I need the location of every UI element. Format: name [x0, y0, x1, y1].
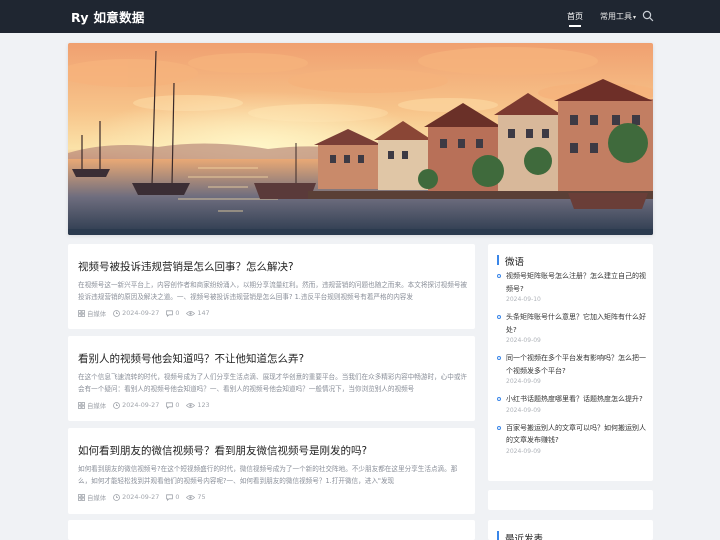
- article-category[interactable]: 自媒体: [78, 309, 106, 318]
- hero-banner-image[interactable]: [68, 43, 653, 235]
- bullet-icon: [497, 274, 501, 278]
- article-meta: 自媒体 2024-09-27 0 123: [78, 400, 217, 410]
- category-icon: [78, 401, 85, 409]
- clock-icon: [113, 493, 121, 501]
- nav-active-indicator: [569, 25, 581, 27]
- article-comments-count: 0: [175, 309, 180, 317]
- search-icon[interactable]: [642, 10, 654, 22]
- eye-icon: [186, 310, 196, 316]
- article-card[interactable]: [68, 520, 475, 540]
- widget-title-accent: [497, 255, 499, 265]
- article-date: 2024-09-27: [113, 401, 159, 409]
- article-title[interactable]: 看别人的视频号他会知道吗？不让他知道怎么弄?: [78, 351, 304, 366]
- weiyu-item[interactable]: 视频号矩阵账号怎么注册？怎么建立自己的视频号? 2024-09-10: [497, 270, 649, 305]
- article-card[interactable]: 看别人的视频号他会知道吗？不让他知道怎么弄? 在这个信息飞速流转的时代，视频号成…: [68, 336, 475, 421]
- article-card[interactable]: 如何看到朋友的微信视频号？看到朋友微信视频号是刚发的吗? 如何看到朋友的微信视频…: [68, 428, 475, 514]
- comment-icon: [166, 493, 174, 501]
- article-date: 2024-09-27: [113, 493, 159, 501]
- comment-icon: [166, 401, 174, 409]
- weiyu-item-date: 2024-09-09: [506, 337, 541, 344]
- article-category-label: 自媒体: [87, 309, 107, 318]
- weiyu-item-date: 2024-09-09: [506, 447, 541, 455]
- weiyu-item[interactable]: 同一个视频在多个平台发有影响吗？怎么把一个视频发多个平台? 2024-09-09: [497, 352, 649, 387]
- article-comments[interactable]: 0: [166, 493, 179, 501]
- article-date-label: 2024-09-27: [122, 493, 160, 501]
- category-icon: [78, 309, 85, 317]
- weiyu-item-date: 2024-09-10: [506, 296, 541, 303]
- eye-icon: [186, 402, 196, 408]
- article-title[interactable]: 视频号被投诉违规营销是怎么回事？怎么解决?: [78, 259, 294, 274]
- article-comments[interactable]: 0: [166, 309, 179, 317]
- article-comments[interactable]: 0: [166, 401, 179, 409]
- weiyu-item-text[interactable]: 同一个视频在多个平台发有影响吗？怎么把一个视频发多个平台?: [506, 352, 649, 377]
- article-views-count: 123: [197, 401, 210, 409]
- widget-title-accent: [497, 531, 499, 540]
- chevron-down-icon: ▾: [633, 14, 637, 21]
- article-excerpt: 在这个信息飞速流转的时代，视频号成为了人们分享生活点滴、展现才华创意的重要平台。…: [78, 373, 468, 393]
- article-category[interactable]: 自媒体: [78, 401, 106, 410]
- weiyu-item-date: 2024-09-09: [506, 406, 541, 414]
- article-views: 147: [186, 309, 210, 317]
- article-date-label: 2024-09-27: [122, 309, 160, 317]
- eye-icon: [186, 494, 196, 500]
- top-header: Ry 如意数据 首页 常用工具▾: [0, 0, 720, 33]
- weiyu-item-text[interactable]: 视频号矩阵账号怎么注册？怎么建立自己的视频号?: [506, 270, 649, 295]
- nav-home-link[interactable]: 首页: [567, 11, 583, 22]
- weiyu-item[interactable]: 小红书话题热度哪里看？话题热度怎么提升? 2024-09-09: [497, 393, 649, 416]
- site-logo[interactable]: Ry 如意数据: [71, 7, 145, 26]
- bullet-icon: [497, 397, 501, 401]
- article-category[interactable]: 自媒体: [78, 493, 106, 502]
- article-views: 123: [186, 401, 210, 409]
- article-views-count: 147: [197, 309, 210, 317]
- weiyu-item-date: 2024-09-09: [506, 378, 541, 385]
- weiyu-item-text[interactable]: 百家号搬运别人的文章可以吗？如何搬运别人的文章发布赚钱?: [506, 422, 649, 447]
- bullet-icon: [497, 425, 501, 430]
- recent-posts-widget: 最近发表: [488, 520, 653, 540]
- nav-tools-label: 常用工具: [600, 12, 632, 21]
- widget-title: 微语: [505, 257, 525, 268]
- weiyu-item-text[interactable]: 小红书话题热度哪里看？话题热度怎么提升?: [506, 393, 649, 406]
- article-date-label: 2024-09-27: [122, 401, 160, 409]
- article-excerpt: 如何看到朋友的微信视频号?在这个短视频盛行的时代，微信视频号成为了一个新的社交阵…: [78, 465, 458, 485]
- weiyu-item[interactable]: 头条矩阵账号什么意思？它加入矩阵有什么好处? 2024-09-09: [497, 311, 649, 346]
- category-icon: [78, 493, 85, 501]
- nav-tools-dropdown[interactable]: 常用工具▾: [600, 11, 636, 22]
- weiyu-list: 视频号矩阵账号怎么注册？怎么建立自己的视频号? 2024-09-10 头条矩阵账…: [497, 270, 649, 463]
- weiyu-item-text[interactable]: 头条矩阵账号什么意思？它加入矩阵有什么好处?: [506, 311, 649, 336]
- article-comments-count: 0: [175, 401, 180, 409]
- empty-widget: [488, 490, 653, 510]
- article-views-count: 75: [197, 493, 206, 501]
- weiyu-widget: 微语 视频号矩阵账号怎么注册？怎么建立自己的视频号? 2024-09-10 头条…: [488, 244, 653, 481]
- article-comments-count: 0: [175, 493, 180, 501]
- bullet-icon: [497, 315, 501, 319]
- article-title[interactable]: 如何看到朋友的微信视频号？看到朋友微信视频号是刚发的吗?: [78, 443, 367, 458]
- article-card[interactable]: 视频号被投诉违规营销是怎么回事？怎么解决? 在视频号这一新兴平台上，内容创作者和…: [68, 244, 475, 329]
- comment-icon: [166, 309, 174, 317]
- weiyu-item[interactable]: 百家号搬运别人的文章可以吗？如何搬运别人的文章发布赚钱? 2024-09-09: [497, 422, 649, 457]
- article-category-label: 自媒体: [87, 401, 107, 410]
- clock-icon: [113, 401, 121, 409]
- article-meta: 自媒体 2024-09-27 0 147: [78, 308, 217, 318]
- clock-icon: [113, 309, 121, 317]
- article-date: 2024-09-27: [113, 309, 159, 317]
- article-views: 75: [186, 493, 206, 501]
- article-meta: 自媒体 2024-09-27 0 75: [78, 492, 213, 502]
- bullet-icon: [497, 356, 501, 360]
- article-excerpt: 在视频号这一新兴平台上，内容创作者和商家纷纷涌入，以期分享流量红利。然而，违规营…: [78, 281, 468, 301]
- article-category-label: 自媒体: [87, 493, 107, 502]
- widget-title: 最近发表: [505, 534, 544, 540]
